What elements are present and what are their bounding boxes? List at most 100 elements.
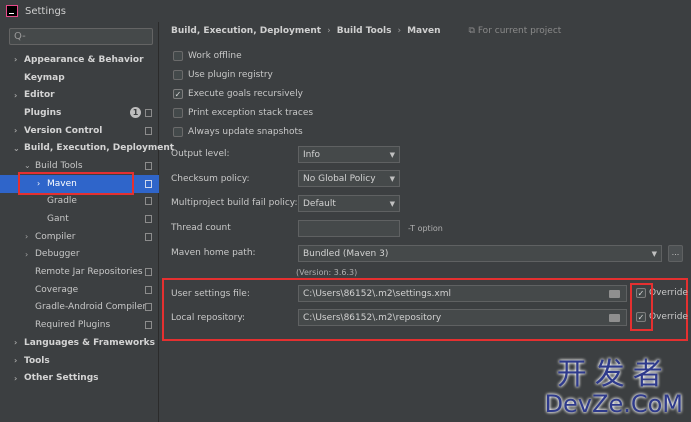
project-settings-icon <box>145 197 152 206</box>
chevron-down-icon: ▼ <box>389 150 395 159</box>
sidebar-item-languages[interactable]: › Languages & Frameworks <box>0 334 159 352</box>
breadcrumb-item[interactable]: Build Tools <box>337 26 392 36</box>
sidebar-item-version-control[interactable]: › Version Control <box>0 122 159 140</box>
local-repository-label: Local repository: <box>171 313 246 323</box>
output-level-select[interactable]: Info ▼ <box>298 146 400 163</box>
sidebar-item-appearance[interactable]: › Appearance & Behavior <box>0 51 159 69</box>
checkbox-label: Override <box>649 288 688 298</box>
folder-icon[interactable] <box>609 289 620 298</box>
select-value: Bundled (Maven 3) <box>303 248 389 259</box>
sidebar-item-label: Tools <box>24 355 50 366</box>
sidebar-item-editor[interactable]: › Editor <box>0 86 159 104</box>
checkbox-box[interactable] <box>173 108 183 118</box>
sidebar-item-gradle-android[interactable]: Gradle-Android Compiler <box>0 299 159 317</box>
use-plugin-registry-checkbox[interactable]: Use plugin registry <box>173 70 273 80</box>
local-repository-input[interactable]: C:\Users\86152\.m2\repository <box>298 309 627 326</box>
sidebar-item-label: Other Settings <box>24 373 99 384</box>
select-value: No Global Policy <box>303 173 376 184</box>
checksum-policy-select[interactable]: No Global Policy ▼ <box>298 170 400 187</box>
input-value: C:\Users\86152\.m2\settings.xml <box>303 288 451 299</box>
sidebar-item-label: Editor <box>24 90 55 101</box>
select-value: Default <box>303 198 336 209</box>
watermark-cn-text: 开发者 <box>556 357 671 392</box>
checksum-policy-label: Checksum policy: <box>171 174 250 184</box>
sidebar-item-label: Gradle-Android Compiler <box>35 302 147 313</box>
search-icon: Q- <box>14 31 26 42</box>
chevron-right-icon: › <box>14 373 18 383</box>
title-bar: Settings <box>0 0 691 22</box>
chevron-down-icon: ⌄ <box>24 161 31 171</box>
sidebar-item-label: Remote Jar Repositories <box>35 267 143 278</box>
execute-goals-recursively-checkbox[interactable]: ✓ Execute goals recursively <box>173 89 303 99</box>
chevron-right-icon: › <box>25 232 29 242</box>
sidebar-item-keymap[interactable]: Keymap <box>0 69 159 87</box>
sidebar-item-label: Build, Execution, Deployment <box>24 143 175 154</box>
always-update-snapshots-checkbox[interactable]: Always update snapshots <box>173 127 303 137</box>
chevron-right-icon: › <box>25 249 29 259</box>
print-exception-checkbox[interactable]: Print exception stack traces <box>173 108 313 118</box>
chevron-right-icon: › <box>14 90 18 100</box>
chevron-down-icon: ▼ <box>389 199 395 208</box>
chevron-right-icon: › <box>14 55 18 65</box>
project-settings-icon <box>145 215 152 224</box>
checkbox-label: Always update snapshots <box>188 127 303 137</box>
checkbox-box[interactable] <box>173 70 183 80</box>
sidebar-item-debugger[interactable]: › Debugger <box>0 246 159 264</box>
thread-count-note: -T option <box>408 224 443 233</box>
project-settings-icon <box>145 268 152 277</box>
sidebar-item-gradle[interactable]: Gradle <box>0 193 159 211</box>
checkmark-icon[interactable]: ✓ <box>173 89 183 99</box>
chevron-right-icon: › <box>14 126 18 136</box>
sidebar-item-build-execution[interactable]: ⌄ Build, Execution, Deployment <box>0 139 174 157</box>
sidebar-item-label: Required Plugins <box>35 320 111 331</box>
breadcrumb-separator: › <box>327 26 331 36</box>
folder-icon[interactable] <box>609 313 620 322</box>
project-scope-icon: ⧉ <box>468 26 475 36</box>
sidebar-item-gant[interactable]: Gant <box>0 210 159 228</box>
sidebar-item-plugins[interactable]: Plugins 1 <box>0 104 159 122</box>
breadcrumb: Build, Execution, Deployment › Build Too… <box>171 26 561 36</box>
thread-count-input[interactable] <box>298 220 400 237</box>
window-title: Settings <box>25 5 67 17</box>
input-value: C:\Users\86152\.m2\repository <box>303 312 442 323</box>
sidebar-item-compiler[interactable]: › Compiler <box>0 228 159 246</box>
sidebar-item-tools[interactable]: › Tools <box>0 352 159 370</box>
checkbox-label: Execute goals recursively <box>188 89 303 99</box>
checkbox-label: Print exception stack traces <box>188 108 314 118</box>
project-settings-icon <box>145 285 152 294</box>
settings-sidebar: Q- › Appearance & Behavior Keymap › Edit… <box>0 22 174 422</box>
chevron-down-icon: ▼ <box>389 174 395 183</box>
checkbox-label: Work offline <box>188 51 242 61</box>
maven-home-browse-button[interactable]: ... <box>668 245 683 262</box>
breadcrumb-item[interactable]: Build, Execution, Deployment <box>171 26 321 36</box>
sidebar-item-remote-jar[interactable]: Remote Jar Repositories <box>0 263 159 281</box>
app-icon <box>6 5 18 17</box>
sidebar-item-label: Build Tools <box>35 160 83 171</box>
project-scope-text: For current project <box>477 26 562 36</box>
thread-count-label: Thread count <box>171 223 231 233</box>
maven-home-select[interactable]: Bundled (Maven 3) ▼ <box>298 245 662 262</box>
sidebar-item-label: Coverage <box>35 284 79 295</box>
project-settings-icon <box>145 126 152 135</box>
project-settings-icon <box>145 108 152 117</box>
output-level-label: Output level: <box>171 149 230 159</box>
project-settings-icon <box>145 179 152 188</box>
sidebar-item-label: Gradle <box>47 196 77 207</box>
sidebar-item-label: Gant <box>47 214 69 225</box>
select-value: Info <box>303 149 321 160</box>
checkbox-box[interactable] <box>173 127 183 137</box>
sidebar-item-other-settings[interactable]: › Other Settings <box>0 369 159 387</box>
search-input[interactable]: Q- <box>9 28 153 45</box>
chevron-down-icon: ⌄ <box>13 143 20 153</box>
checkbox-label: Use plugin registry <box>188 70 273 80</box>
multiproject-policy-select[interactable]: Default ▼ <box>298 195 400 212</box>
user-settings-input[interactable]: C:\Users\86152\.m2\settings.xml <box>298 285 627 302</box>
sidebar-item-coverage[interactable]: Coverage <box>0 281 159 299</box>
breadcrumb-item: Maven <box>407 26 441 36</box>
maven-highlight-box <box>18 172 134 195</box>
user-settings-label: User settings file: <box>171 289 250 299</box>
watermark: 开发者 DevZe.CoM <box>545 357 683 417</box>
sidebar-item-required-plugins[interactable]: Required Plugins <box>0 316 159 334</box>
work-offline-checkbox[interactable]: Work offline <box>173 51 242 61</box>
checkbox-box[interactable] <box>173 51 183 61</box>
